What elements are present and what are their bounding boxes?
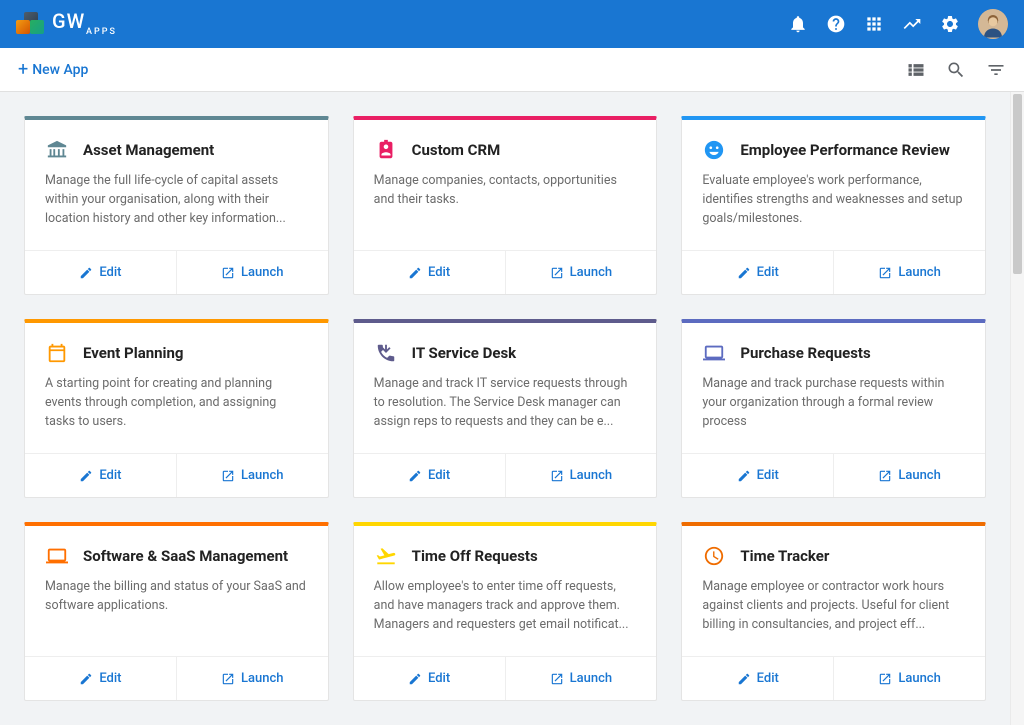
card-description: Manage and track IT service requests thr… <box>374 375 637 431</box>
edit-button[interactable]: Edit <box>682 251 833 294</box>
launch-label: Launch <box>570 468 613 483</box>
app-card: Event Planning A starting point for crea… <box>24 319 329 498</box>
edit-label: Edit <box>757 671 779 686</box>
edit-label: Edit <box>99 265 121 280</box>
calendar-icon <box>45 341 69 365</box>
card-title: Asset Management <box>83 141 214 159</box>
card-description: Evaluate employee's work performance, id… <box>702 172 965 228</box>
bell-icon[interactable] <box>788 14 808 34</box>
subbar: + New App <box>0 48 1024 92</box>
card-title: Time Tracker <box>740 547 829 565</box>
launch-button[interactable]: Launch <box>176 251 328 294</box>
scrollbar[interactable] <box>1010 92 1024 725</box>
card-title: IT Service Desk <box>412 344 517 362</box>
card-description: Manage companies, contacts, opportunitie… <box>374 172 637 210</box>
app-card: Time Off Requests Allow employee's to en… <box>353 522 658 701</box>
card-title: Custom CRM <box>412 141 501 159</box>
launch-button[interactable]: Launch <box>833 657 985 700</box>
app-card: Custom CRM Manage companies, contacts, o… <box>353 116 658 295</box>
clock-icon <box>702 544 726 568</box>
edit-label: Edit <box>428 468 450 483</box>
launch-label: Launch <box>898 265 941 280</box>
launch-label: Launch <box>241 265 284 280</box>
phone-icon <box>374 341 398 365</box>
trending-icon[interactable] <box>902 14 922 34</box>
filter-icon[interactable] <box>986 60 1006 80</box>
card-title: Time Off Requests <box>412 547 538 565</box>
avatar[interactable] <box>978 9 1008 39</box>
app-card: IT Service Desk Manage and track IT serv… <box>353 319 658 498</box>
edit-button[interactable]: Edit <box>354 657 505 700</box>
launch-button[interactable]: Launch <box>176 454 328 497</box>
launch-button[interactable]: Launch <box>505 657 657 700</box>
edit-label: Edit <box>757 265 779 280</box>
edit-label: Edit <box>99 468 121 483</box>
help-icon[interactable] <box>826 14 846 34</box>
list-view-icon[interactable] <box>906 60 926 80</box>
laptop-icon <box>45 544 69 568</box>
launch-button[interactable]: Launch <box>833 454 985 497</box>
card-description: Manage the full life-cycle of capital as… <box>45 172 308 228</box>
card-description: Manage and track purchase requests withi… <box>702 375 965 431</box>
app-card: Software & SaaS Management Manage the bi… <box>24 522 329 701</box>
new-app-label: New App <box>32 62 88 78</box>
launch-label: Launch <box>898 671 941 686</box>
edit-label: Edit <box>428 671 450 686</box>
subbar-actions <box>906 60 1006 80</box>
edit-button[interactable]: Edit <box>25 454 176 497</box>
edit-label: Edit <box>757 468 779 483</box>
edit-button[interactable]: Edit <box>682 657 833 700</box>
id-badge-icon <box>374 138 398 162</box>
launch-button[interactable]: Launch <box>505 251 657 294</box>
search-icon[interactable] <box>946 60 966 80</box>
edit-button[interactable]: Edit <box>25 251 176 294</box>
app-card: Employee Performance Review Evaluate emp… <box>681 116 986 295</box>
brand-text: GWAPPS <box>52 12 117 36</box>
card-description: Allow employee's to enter time off reque… <box>374 578 637 634</box>
content-area: Asset Management Manage the full life-cy… <box>0 92 1010 725</box>
gear-icon[interactable] <box>940 14 960 34</box>
edit-button[interactable]: Edit <box>25 657 176 700</box>
card-title: Event Planning <box>83 344 184 362</box>
launch-button[interactable]: Launch <box>833 251 985 294</box>
launch-label: Launch <box>241 671 284 686</box>
card-title: Software & SaaS Management <box>83 547 288 565</box>
card-description: A starting point for creating and planni… <box>45 375 308 431</box>
topbar-actions <box>788 9 1008 39</box>
launch-button[interactable]: Launch <box>505 454 657 497</box>
logo-icon <box>16 10 44 38</box>
launch-label: Launch <box>241 468 284 483</box>
new-app-button[interactable]: + New App <box>18 59 88 80</box>
app-grid: Asset Management Manage the full life-cy… <box>24 116 986 701</box>
edit-label: Edit <box>99 671 121 686</box>
launch-label: Launch <box>570 671 613 686</box>
scroll-thumb[interactable] <box>1013 94 1022 274</box>
card-description: Manage the billing and status of your Sa… <box>45 578 308 616</box>
app-card: Asset Management Manage the full life-cy… <box>24 116 329 295</box>
brand-logo[interactable]: GWAPPS <box>16 10 117 38</box>
edit-label: Edit <box>428 265 450 280</box>
edit-button[interactable]: Edit <box>354 454 505 497</box>
app-card: Purchase Requests Manage and track purch… <box>681 319 986 498</box>
bank-icon <box>45 138 69 162</box>
card-title: Purchase Requests <box>740 344 870 362</box>
card-description: Manage employee or contractor work hours… <box>702 578 965 634</box>
edit-button[interactable]: Edit <box>354 251 505 294</box>
edit-button[interactable]: Edit <box>682 454 833 497</box>
laptop-icon <box>702 341 726 365</box>
apps-grid-icon[interactable] <box>864 14 884 34</box>
plane-icon <box>374 544 398 568</box>
topbar: GWAPPS <box>0 0 1024 48</box>
app-card: Time Tracker Manage employee or contract… <box>681 522 986 701</box>
card-title: Employee Performance Review <box>740 141 950 159</box>
smile-icon <box>702 138 726 162</box>
launch-label: Launch <box>898 468 941 483</box>
launch-button[interactable]: Launch <box>176 657 328 700</box>
plus-icon: + <box>18 59 28 80</box>
launch-label: Launch <box>570 265 613 280</box>
